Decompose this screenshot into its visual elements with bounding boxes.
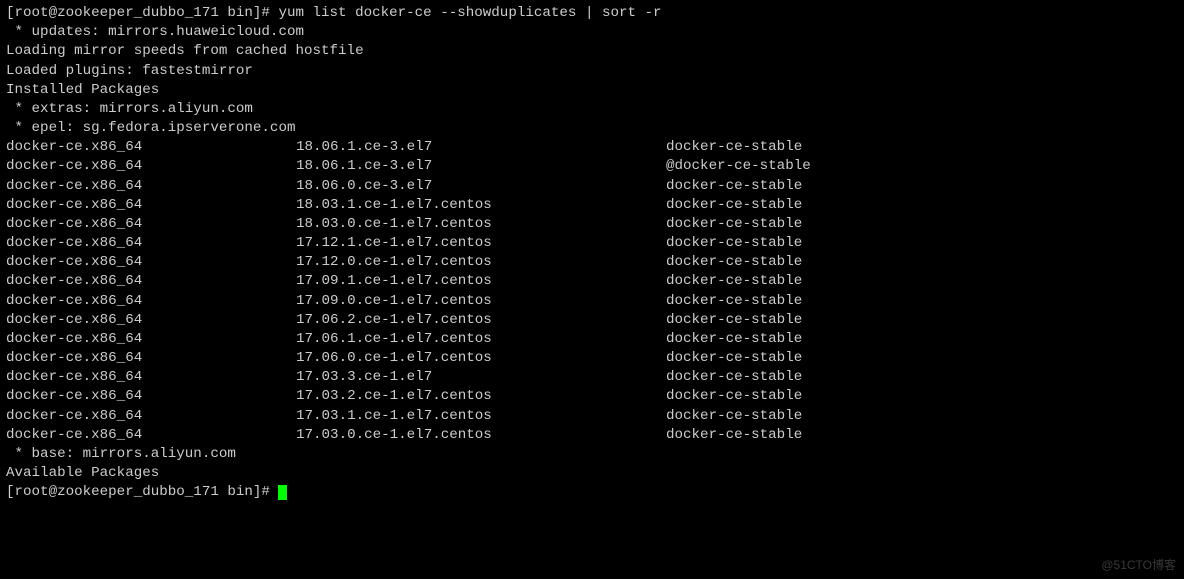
package-name: docker-ce.x86_64 bbox=[6, 311, 296, 330]
package-name: docker-ce.x86_64 bbox=[6, 253, 296, 272]
package-name: docker-ce.x86_64 bbox=[6, 387, 296, 406]
package-version: 17.12.1.ce-1.el7.centos bbox=[296, 234, 666, 253]
package-version: 17.06.0.ce-1.el7.centos bbox=[296, 349, 666, 368]
package-row: docker-ce.x86_6417.09.1.ce-1.el7.centosd… bbox=[6, 272, 1178, 291]
package-name: docker-ce.x86_64 bbox=[6, 272, 296, 291]
package-repo: docker-ce-stable bbox=[666, 349, 802, 368]
package-version: 18.03.0.ce-1.el7.centos bbox=[296, 215, 666, 234]
package-name: docker-ce.x86_64 bbox=[6, 349, 296, 368]
package-version: 17.03.2.ce-1.el7.centos bbox=[296, 387, 666, 406]
package-repo: docker-ce-stable bbox=[666, 215, 802, 234]
shell-prompt-line[interactable]: [root@zookeeper_dubbo_171 bin]# bbox=[6, 483, 1178, 502]
package-version: 17.06.2.ce-1.el7.centos bbox=[296, 311, 666, 330]
package-name: docker-ce.x86_64 bbox=[6, 234, 296, 253]
package-repo: docker-ce-stable bbox=[666, 196, 802, 215]
output-line: Loaded plugins: fastestmirror bbox=[6, 62, 1178, 81]
package-version: 18.06.0.ce-3.el7 bbox=[296, 177, 666, 196]
package-version: 17.09.0.ce-1.el7.centos bbox=[296, 292, 666, 311]
package-name: docker-ce.x86_64 bbox=[6, 368, 296, 387]
package-version: 17.12.0.ce-1.el7.centos bbox=[296, 253, 666, 272]
watermark: @51CTO博客 bbox=[1101, 557, 1176, 573]
package-row: docker-ce.x86_6417.03.2.ce-1.el7.centosd… bbox=[6, 387, 1178, 406]
output-line: * updates: mirrors.huaweicloud.com bbox=[6, 23, 1178, 42]
package-version: 17.09.1.ce-1.el7.centos bbox=[296, 272, 666, 291]
package-repo: docker-ce-stable bbox=[666, 177, 802, 196]
package-repo: docker-ce-stable bbox=[666, 407, 802, 426]
package-row: docker-ce.x86_6417.06.1.ce-1.el7.centosd… bbox=[6, 330, 1178, 349]
output-line: Available Packages bbox=[6, 464, 1178, 483]
shell-prompt-line: [root@zookeeper_dubbo_171 bin]# yum list… bbox=[6, 4, 1178, 23]
package-version: 17.06.1.ce-1.el7.centos bbox=[296, 330, 666, 349]
output-line: Installed Packages bbox=[6, 81, 1178, 100]
package-row: docker-ce.x86_6417.03.1.ce-1.el7.centosd… bbox=[6, 407, 1178, 426]
package-row: docker-ce.x86_6418.03.0.ce-1.el7.centosd… bbox=[6, 215, 1178, 234]
package-row: docker-ce.x86_6418.06.1.ce-3.el7@docker-… bbox=[6, 157, 1178, 176]
output-line: Loading mirror speeds from cached hostfi… bbox=[6, 42, 1178, 61]
package-version: 17.03.1.ce-1.el7.centos bbox=[296, 407, 666, 426]
package-name: docker-ce.x86_64 bbox=[6, 330, 296, 349]
package-row: docker-ce.x86_6417.03.3.ce-1.el7docker-c… bbox=[6, 368, 1178, 387]
package-row: docker-ce.x86_6417.06.2.ce-1.el7.centosd… bbox=[6, 311, 1178, 330]
package-name: docker-ce.x86_64 bbox=[6, 215, 296, 234]
package-version: 18.06.1.ce-3.el7 bbox=[296, 138, 666, 157]
package-repo: docker-ce-stable bbox=[666, 426, 802, 445]
package-row: docker-ce.x86_6417.12.0.ce-1.el7.centosd… bbox=[6, 253, 1178, 272]
output-line: * epel: sg.fedora.ipserverone.com bbox=[6, 119, 1178, 138]
package-repo: docker-ce-stable bbox=[666, 311, 802, 330]
package-version: 18.06.1.ce-3.el7 bbox=[296, 157, 666, 176]
package-repo: docker-ce-stable bbox=[666, 234, 802, 253]
package-name: docker-ce.x86_64 bbox=[6, 407, 296, 426]
package-version: 17.03.0.ce-1.el7.centos bbox=[296, 426, 666, 445]
package-name: docker-ce.x86_64 bbox=[6, 292, 296, 311]
package-row: docker-ce.x86_6418.06.0.ce-3.el7docker-c… bbox=[6, 177, 1178, 196]
package-row: docker-ce.x86_6417.12.1.ce-1.el7.centosd… bbox=[6, 234, 1178, 253]
cursor bbox=[278, 485, 287, 500]
output-line: * base: mirrors.aliyun.com bbox=[6, 445, 1178, 464]
package-name: docker-ce.x86_64 bbox=[6, 196, 296, 215]
package-row: docker-ce.x86_6417.06.0.ce-1.el7.centosd… bbox=[6, 349, 1178, 368]
package-repo: docker-ce-stable bbox=[666, 253, 802, 272]
package-row: docker-ce.x86_6417.03.0.ce-1.el7.centosd… bbox=[6, 426, 1178, 445]
package-version: 18.03.1.ce-1.el7.centos bbox=[296, 196, 666, 215]
package-name: docker-ce.x86_64 bbox=[6, 177, 296, 196]
package-name: docker-ce.x86_64 bbox=[6, 157, 296, 176]
terminal-output[interactable]: [root@zookeeper_dubbo_171 bin]# yum list… bbox=[6, 4, 1178, 502]
package-repo: docker-ce-stable bbox=[666, 330, 802, 349]
package-repo: docker-ce-stable bbox=[666, 272, 802, 291]
package-repo: @docker-ce-stable bbox=[666, 157, 811, 176]
package-row: docker-ce.x86_6418.06.1.ce-3.el7docker-c… bbox=[6, 138, 1178, 157]
package-repo: docker-ce-stable bbox=[666, 368, 802, 387]
package-row: docker-ce.x86_6417.09.0.ce-1.el7.centosd… bbox=[6, 292, 1178, 311]
package-row: docker-ce.x86_6418.03.1.ce-1.el7.centosd… bbox=[6, 196, 1178, 215]
package-version: 17.03.3.ce-1.el7 bbox=[296, 368, 666, 387]
output-line: * extras: mirrors.aliyun.com bbox=[6, 100, 1178, 119]
package-name: docker-ce.x86_64 bbox=[6, 138, 296, 157]
package-name: docker-ce.x86_64 bbox=[6, 426, 296, 445]
package-repo: docker-ce-stable bbox=[666, 292, 802, 311]
package-repo: docker-ce-stable bbox=[666, 387, 802, 406]
package-repo: docker-ce-stable bbox=[666, 138, 802, 157]
